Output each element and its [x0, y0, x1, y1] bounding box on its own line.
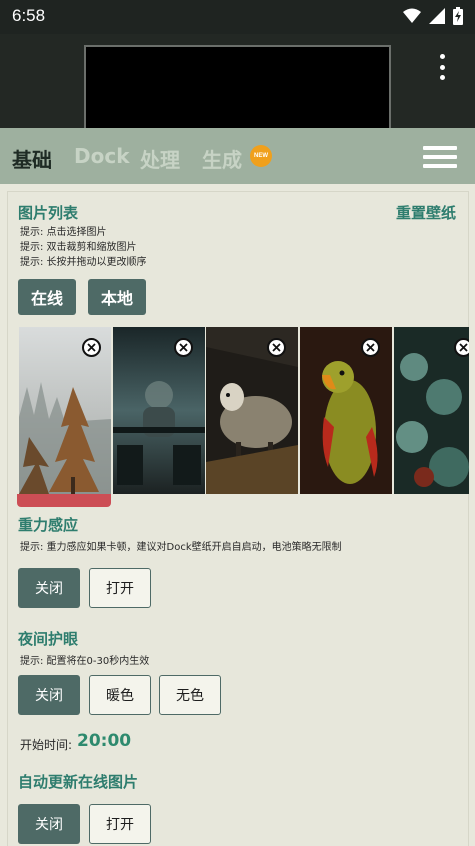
start-time-label: 开始时间:: [20, 738, 73, 752]
gravity-title: 重力感应: [18, 516, 79, 534]
wallpaper-thumbnail[interactable]: [206, 327, 298, 494]
close-icon[interactable]: [361, 338, 380, 357]
status-bar: 6:58: [0, 0, 475, 34]
selected-indicator: [17, 494, 111, 507]
night-off-button[interactable]: 关闭: [18, 675, 80, 715]
tab-dock[interactable]: Dock: [74, 144, 130, 168]
image-list-title: 图片列表: [18, 204, 79, 222]
reset-wallpaper-link[interactable]: 重置壁纸: [396, 202, 456, 223]
night-warm-button[interactable]: 暖色: [89, 675, 151, 715]
close-icon[interactable]: [267, 338, 286, 357]
hint-line: 提示: 点击选择图片: [20, 227, 107, 238]
auto-update-title: 自动更新在线图片: [18, 773, 139, 791]
battery-icon: [453, 7, 463, 29]
status-time: 6:58: [12, 6, 46, 25]
wallpaper-thumbnail[interactable]: [19, 327, 111, 494]
menu-icon[interactable]: [423, 146, 457, 168]
online-button[interactable]: 在线: [18, 279, 76, 315]
gravity-on-button[interactable]: 打开: [89, 568, 151, 608]
more-icon[interactable]: [436, 54, 448, 80]
close-icon[interactable]: [174, 338, 193, 357]
wallpaper-thumbnail[interactable]: [300, 327, 392, 494]
new-badge: NEW: [250, 145, 272, 167]
tab-process[interactable]: 处理: [140, 144, 180, 173]
start-time-value[interactable]: 20:00: [77, 731, 131, 751]
auto-update-on-button[interactable]: 打开: [89, 804, 151, 844]
signal-icon: [429, 8, 445, 28]
auto-update-off-button[interactable]: 关闭: [18, 804, 80, 844]
night-none-button[interactable]: 无色: [159, 675, 221, 715]
close-icon[interactable]: [454, 338, 469, 357]
hint-line: 提示: 长按并拖动以更改顺序: [20, 257, 147, 268]
gravity-hint: 提示: 重力感应如果卡顿，建议对Dock壁纸开启自启动，电池策略无限制: [20, 542, 342, 553]
close-icon[interactable]: [82, 338, 101, 357]
tab-basic[interactable]: 基础: [12, 144, 52, 173]
image-gallery[interactable]: [17, 327, 469, 494]
preview-area: [0, 34, 475, 135]
local-button[interactable]: 本地: [88, 279, 146, 315]
wallpaper-thumbnail[interactable]: [113, 327, 205, 494]
dock-preview[interactable]: [84, 45, 391, 135]
night-title: 夜间护眼: [18, 630, 79, 648]
gravity-off-button[interactable]: 关闭: [18, 568, 80, 608]
wallpaper-thumbnail[interactable]: [394, 327, 469, 494]
wifi-icon: [403, 8, 421, 28]
tab-generate[interactable]: 生成: [202, 144, 242, 173]
hint-line: 提示: 双击裁剪和缩放图片: [20, 242, 137, 253]
night-hint: 提示: 配置将在0-30秒内生效: [20, 656, 150, 667]
